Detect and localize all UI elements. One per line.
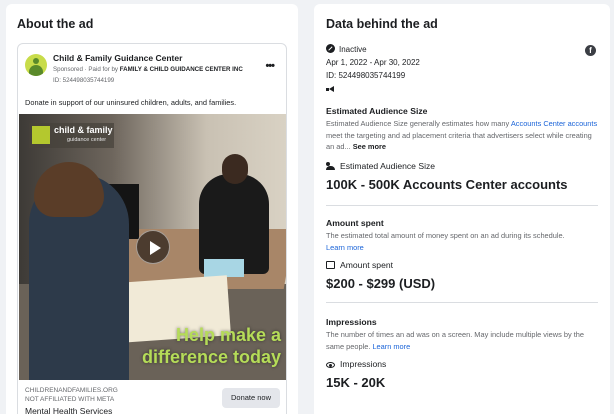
amount-desc-text: The estimated total amount of money spen… <box>326 231 565 240</box>
advertiser-name[interactable]: Child & Family Guidance Center <box>53 53 182 63</box>
ad-body-text: Donate in support of our uninsured child… <box>25 98 237 107</box>
cta-not-affiliated: NOT AFFILIATED WITH META <box>25 396 115 403</box>
logo-icon <box>32 126 50 144</box>
amount-value: $200 - $299 (USD) <box>326 276 436 291</box>
audience-description: Estimated Audience Size generally estima… <box>326 118 601 153</box>
audience-heading: Estimated Audience Size <box>326 106 428 116</box>
cta-title: Mental Health Services <box>25 406 113 414</box>
status-row: Inactive <box>326 44 367 54</box>
money-icon <box>326 261 335 269</box>
impressions-heading: Impressions <box>326 317 377 327</box>
audience-metric-label: Estimated Audience Size <box>326 161 435 171</box>
people-icon <box>326 162 335 170</box>
video-person-right-head <box>222 154 248 184</box>
divider <box>326 302 598 303</box>
impressions-label-text: Impressions <box>340 359 387 369</box>
avatar-head-shape <box>33 58 39 64</box>
data-behind-the-ad-panel: Data behind the ad Inactive f Apr 1, 202… <box>314 4 610 414</box>
divider <box>326 205 598 206</box>
sponsored-prefix: Sponsored · Paid for by <box>53 66 120 73</box>
status-text: Inactive <box>339 45 367 54</box>
facebook-icon: f <box>585 45 596 56</box>
impressions-metric-label: Impressions <box>326 359 386 369</box>
accounts-center-link[interactable]: Accounts Center accounts <box>511 119 597 128</box>
impressions-value: 15K - 20K <box>326 375 386 390</box>
play-icon[interactable] <box>136 230 170 264</box>
about-the-ad-panel: About the ad Child & Family Guidance Cen… <box>6 4 298 414</box>
logo-line1: child & family <box>54 125 113 135</box>
ad-video[interactable]: child & family guidance center Help make… <box>19 114 286 380</box>
logo-line2: guidance center <box>67 137 107 143</box>
audience-label-text: Estimated Audience Size <box>340 161 436 171</box>
panel-title: About the ad <box>17 17 94 31</box>
panel-title: Data behind the ad <box>326 17 438 31</box>
amount-metric-label: Amount spent <box>326 260 393 270</box>
ad-cta-area[interactable]: CHILDRENANDFAMILIES.ORG NOT AFFILIATED W… <box>18 380 286 414</box>
inactive-status-icon <box>326 44 335 53</box>
amount-label-text: Amount spent <box>340 260 394 270</box>
ad-preview-card: Child & Family Guidance Center Sponsored… <box>17 43 287 414</box>
amount-learn-more-link[interactable]: Learn more <box>326 243 364 252</box>
impressions-description: The number of times an ad was on a scree… <box>326 329 601 352</box>
advertiser-avatar[interactable] <box>25 54 47 76</box>
see-more-link[interactable]: See more <box>353 142 386 151</box>
amount-heading: Amount spent <box>326 218 384 228</box>
more-horizontal-icon[interactable]: ••• <box>265 60 275 72</box>
ad-id: ID: 524498035744199 <box>326 71 406 80</box>
impressions-learn-more-link[interactable]: Learn more <box>372 342 410 351</box>
donate-now-button[interactable]: Donate now <box>222 388 280 408</box>
ad-id: ID: 524498035744199 <box>53 77 115 84</box>
amount-description: The estimated total amount of money spen… <box>326 230 601 253</box>
audience-desc-pre: Estimated Audience Size generally estima… <box>326 119 511 128</box>
sponsored-line: Sponsored · Paid for by FAMILY & CHILD G… <box>53 66 243 73</box>
brand-logo-overlay: child & family guidance center <box>29 123 114 148</box>
overlay-line2: difference today <box>141 347 281 367</box>
avatar-body-shape <box>29 65 43 76</box>
cta-domain: CHILDRENANDFAMILIES.ORG <box>25 387 118 394</box>
video-tissue-box <box>204 259 244 277</box>
impressions-desc-text: The number of times an ad was on a scree… <box>326 330 584 351</box>
overlay-line1: Help make a <box>175 325 281 345</box>
audience-value: 100K - 500K Accounts Center accounts <box>326 177 568 192</box>
eye-icon <box>326 362 335 368</box>
megaphone-icon <box>326 86 335 93</box>
date-range: Apr 1, 2022 - Apr 30, 2022 <box>326 58 420 67</box>
video-text-overlay: Help make a difference today <box>142 324 281 368</box>
paid-by-name: FAMILY & CHILD GUIDANCE CENTER INC <box>119 66 243 73</box>
